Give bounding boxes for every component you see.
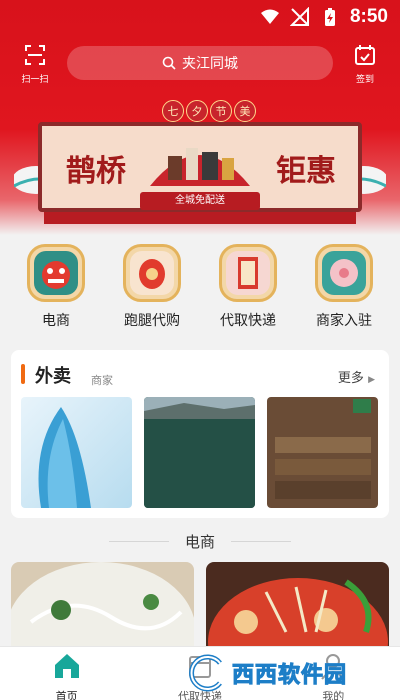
takeout-card: 外卖 商家 更多 ▶ [11,350,389,518]
lantern-icon [123,244,181,302]
banner-right-title: 钜惠 [276,154,336,189]
takeout-header: 外卖 商家 更多 ▶ [11,350,389,394]
takeout-images [21,397,378,508]
sign-in-button[interactable]: 签到 [348,44,382,85]
category-label: 代取快递 [220,313,276,329]
category-ecommerce[interactable]: 电商 [11,240,101,340]
status-bar: 8:50 [0,0,400,34]
category-label: 电商 [42,313,70,329]
site-watermark: 西西软件园 [186,650,382,696]
calendar-icon [355,45,375,65]
top-bar: 扫一扫 夹江同城 签到 [0,44,400,85]
search-icon [162,56,176,70]
banner-tag-char: 夕 [186,100,208,122]
merchant-image[interactable] [21,397,132,508]
banner-subtitle: 全城免配送 [140,192,260,210]
divider [231,540,291,542]
wifi-icon [260,9,279,24]
category-grid: 电商 跑腿代购 代取快递 商家入驻 [0,240,400,340]
fortune-slip-icon [219,244,277,302]
takeout-subtitle: 商家 [91,374,113,387]
scan-label: 扫一扫 [21,75,49,85]
more-label: 更多 [337,371,364,386]
category-errand[interactable]: 跑腿代购 [107,240,197,340]
promo-banner[interactable]: 鹊桥 钜惠 七 夕 节 美 全城免配送 [14,100,386,228]
banner-left-title: 鹊桥 [66,154,126,189]
battery-icon [324,8,335,26]
clock: 8:50 [349,6,388,27]
merchant-image[interactable] [267,397,378,508]
category-merchant[interactable]: 商家入驻 [299,240,389,340]
banner-tag-char: 七 [162,100,184,122]
merchant-image[interactable] [144,397,255,508]
sign-in-label: 签到 [355,75,374,85]
product-card[interactable] [206,562,389,652]
category-express[interactable]: 代取快递 [203,240,293,340]
scan-button[interactable]: 扫一扫 [18,44,52,85]
ecommerce-section-header: 电商 [0,528,400,554]
takeout-title: 外卖 [35,366,71,387]
watermark-logo-icon [189,654,222,692]
section-title: 电商 [184,532,215,551]
home-icon [54,654,79,678]
more-link[interactable]: 更多 ▶ [338,367,375,386]
category-label: 商家入驻 [316,313,372,329]
banner-tag-char: 美 [234,100,256,122]
divider [108,540,169,542]
banner-products-image [140,134,260,186]
nav-label: 首页 [55,690,78,700]
lion-dance-icon [27,244,85,302]
search-placeholder: 夹江同城 [182,56,238,72]
section-accent-bar [21,364,25,384]
scan-icon [25,45,45,65]
flower-icon [315,244,373,302]
banner-festival-tag: 七 夕 节 美 [162,100,256,122]
no-signal-icon [289,7,309,26]
nav-home[interactable]: 首页 [7,647,127,700]
banner-tag-char: 节 [210,100,232,122]
play-arrow-icon: ▶ [368,375,375,385]
search-bar[interactable]: 夹江同城 [67,46,333,80]
category-label: 跑腿代购 [124,313,180,329]
product-list [11,562,389,652]
watermark-text: 西西软件园 [231,663,348,689]
product-card[interactable] [11,562,194,652]
